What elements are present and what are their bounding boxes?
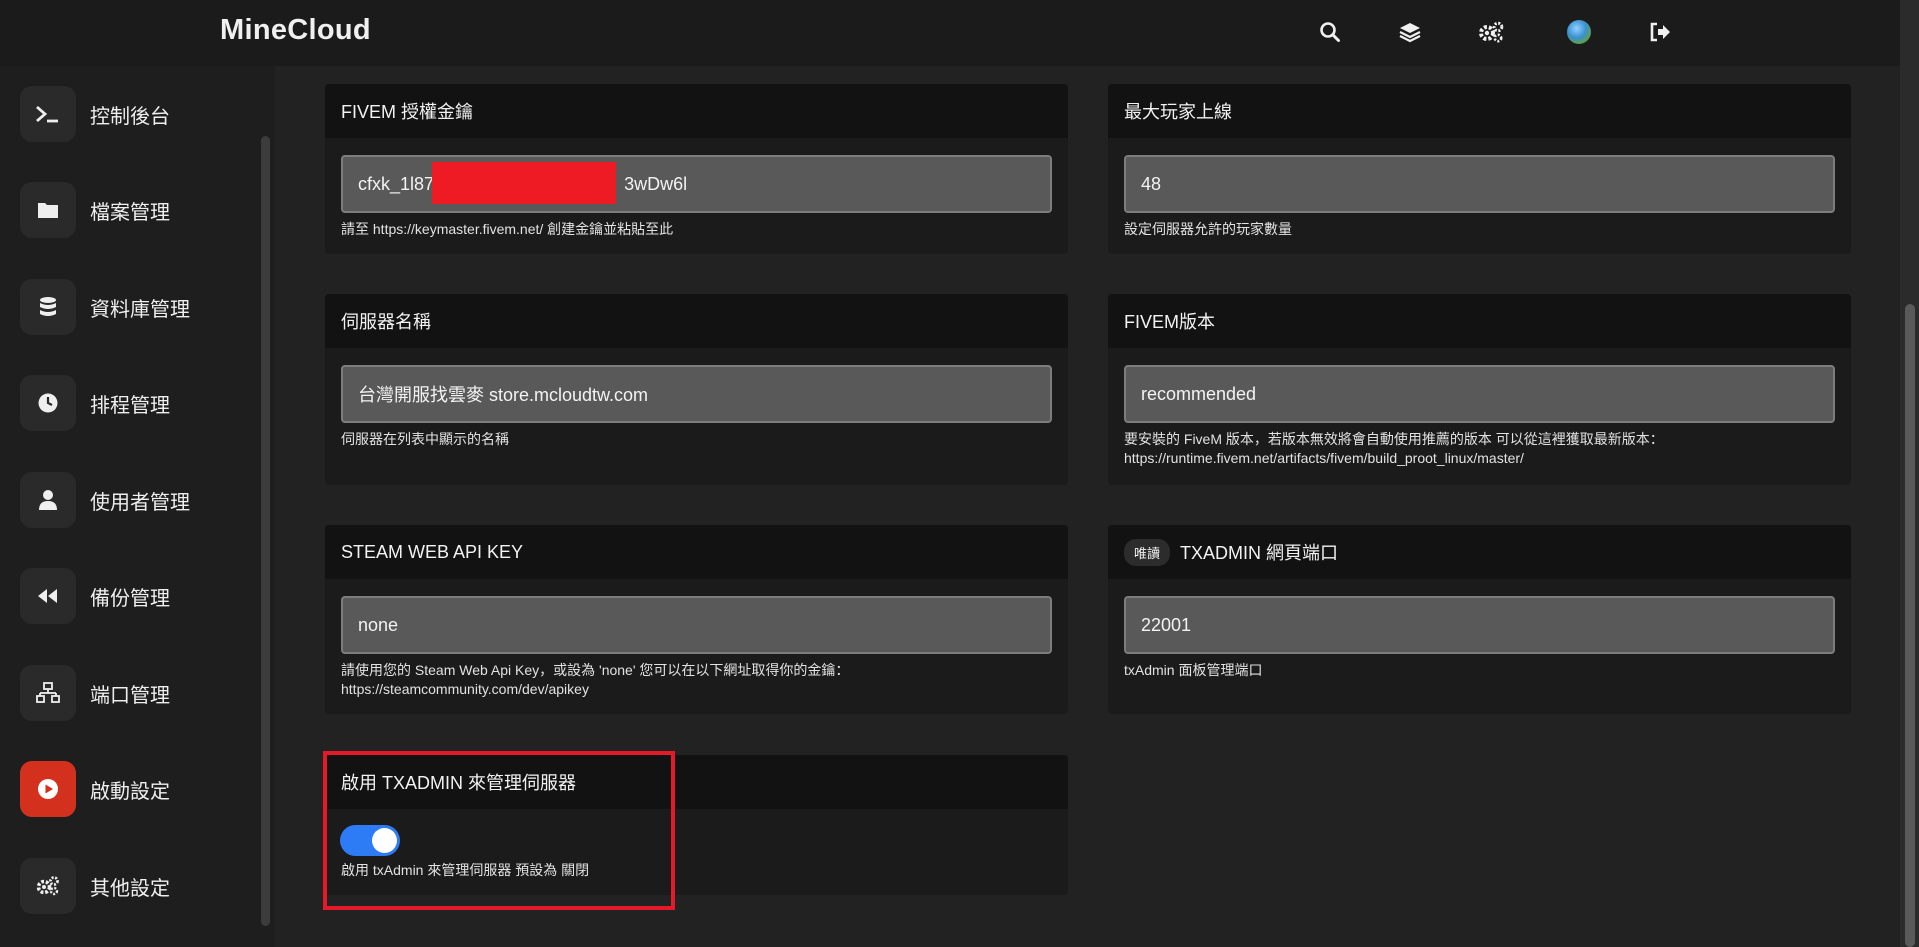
card-title: 伺服器名稱 [341,312,431,332]
server-name-input[interactable] [341,365,1052,423]
user-icon [20,472,76,528]
page-scrollbar-thumb[interactable] [1905,304,1915,947]
terminal-icon [20,86,76,142]
card-txadmin-enable: 啟用 TXADMIN 來管理伺服器 啟用 txAdmin 來管理伺服器 預設為 … [325,755,1068,895]
sidebar-item-label: 排程管理 [90,394,170,417]
database-icon [20,279,76,335]
layers-icon[interactable] [1393,15,1427,49]
card-title: 啟用 TXADMIN 來管理伺服器 [341,773,577,793]
sidebar-item-label: 備份管理 [90,587,170,610]
sidebar-item-label: 其他設定 [90,877,170,900]
card-server-name: 伺服器名稱 伺服器在列表中顯示的名稱 [325,294,1068,485]
card-header: 啟用 TXADMIN 來管理伺服器 [325,755,1068,809]
sidebar-item-label: 啟動設定 [90,780,170,803]
rewind-icon [20,568,76,624]
app-title[interactable]: MineCloud [220,14,371,47]
card-fivem-version: FIVEM版本 要安裝的 FiveM 版本，若版本無效將會自動使用推薦的版本 可… [1108,294,1851,485]
card-txadmin-port: 唯讀 TXADMIN 網頁端口 txAdmin 面板管理端口 [1108,525,1851,714]
avatar[interactable] [1562,15,1596,49]
card-header: FIVEM版本 [1108,294,1851,348]
sidebar-item-label: 檔案管理 [90,201,170,224]
sidebar-scrollbar[interactable] [261,136,270,926]
redaction-block [432,162,616,204]
sidebar-item-ports[interactable]: 端口管理 [20,665,250,721]
card-header: STEAM WEB API KEY [325,525,1068,579]
sidebar-item-users[interactable]: 使用者管理 [20,472,250,528]
card-hint: 請至 https://keymaster.fivem.net/ 創建金鑰並粘貼至… [341,221,674,237]
card-hint: 伺服器在列表中顯示的名稱 [341,431,509,447]
card-title: FIVEM版本 [1124,312,1216,332]
sidebar: 控制後台 檔案管理 資料庫管理 排程管理 使用者管理 備份管理 端口管理 啟動設… [0,66,275,947]
sidebar-item-database[interactable]: 資料庫管理 [20,279,250,335]
clock-icon [20,375,76,431]
sidebar-item-label: 使用者管理 [90,491,190,514]
logout-icon[interactable] [1643,15,1677,49]
card-hint: 要安裝的 FiveM 版本，若版本無效將會自動使用推薦的版本 可以從這裡獲取最新… [1124,430,1835,468]
card-title: FIVEM 授權金鑰 [341,102,474,122]
sidebar-item-label: 資料庫管理 [90,298,190,321]
hint-line: 請使用您的 Steam Web Api Key，或設為 'none' 您可以在以… [341,662,850,678]
card-header: 伺服器名稱 [325,294,1068,348]
hint-link: https://runtime.fivem.net/artifacts/five… [1124,450,1524,466]
card-header: FIVEM 授權金鑰 [325,84,1068,138]
play-icon [20,761,76,817]
sidebar-item-files[interactable]: 檔案管理 [20,182,250,238]
folder-icon [20,182,76,238]
top-bar: MineCloud [0,0,1900,66]
search-icon[interactable] [1313,15,1347,49]
card-hint: txAdmin 面板管理端口 [1124,662,1263,678]
card-header: 唯讀 TXADMIN 網頁端口 [1108,525,1851,579]
sidebar-item-other[interactable]: 其他設定 [20,858,250,914]
card-title: 最大玩家上線 [1124,102,1232,122]
card-header: 最大玩家上線 [1108,84,1851,138]
txadmin-toggle[interactable] [340,825,400,856]
sidebar-item-label: 端口管理 [90,684,170,707]
sidebar-item-schedule[interactable]: 排程管理 [20,375,250,431]
avatar-image [1567,20,1591,44]
steam-api-key-input[interactable] [341,596,1052,654]
card-hint: 請使用您的 Steam Web Api Key，或設為 'none' 您可以在以… [341,661,1052,699]
card-title: STEAM WEB API KEY [341,541,524,562]
toggle-knob [372,828,397,853]
sidebar-item-label: 控制後台 [90,105,170,128]
sidebar-item-backup[interactable]: 備份管理 [20,568,250,624]
txadmin-port-input [1124,596,1835,654]
card-steam-api-key: STEAM WEB API KEY 請使用您的 Steam Web Api Ke… [325,525,1068,714]
sidebar-item-console[interactable]: 控制後台 [20,86,250,142]
fivem-version-input[interactable] [1124,365,1835,423]
gears-icon[interactable] [1474,15,1508,49]
network-icon [20,665,76,721]
card-title: TXADMIN 網頁端口 [1180,543,1339,563]
page-scrollbar[interactable] [1900,0,1919,947]
card-max-players: 最大玩家上線 設定伺服器允許的玩家數量 [1108,84,1851,254]
readonly-badge: 唯讀 [1124,538,1171,566]
sidebar-item-startup[interactable]: 啟動設定 [20,761,250,817]
card-hint: 設定伺服器允許的玩家數量 [1124,221,1292,237]
gears-icon [20,858,76,914]
hint-line: 要安裝的 FiveM 版本，若版本無效將會自動使用推薦的版本 可以從這裡獲取最新… [1124,431,1664,447]
hint-link: https://steamcommunity.com/dev/apikey [341,681,589,697]
card-hint: 啟用 txAdmin 來管理伺服器 預設為 關閉 [341,862,590,878]
max-players-input[interactable] [1124,155,1835,213]
